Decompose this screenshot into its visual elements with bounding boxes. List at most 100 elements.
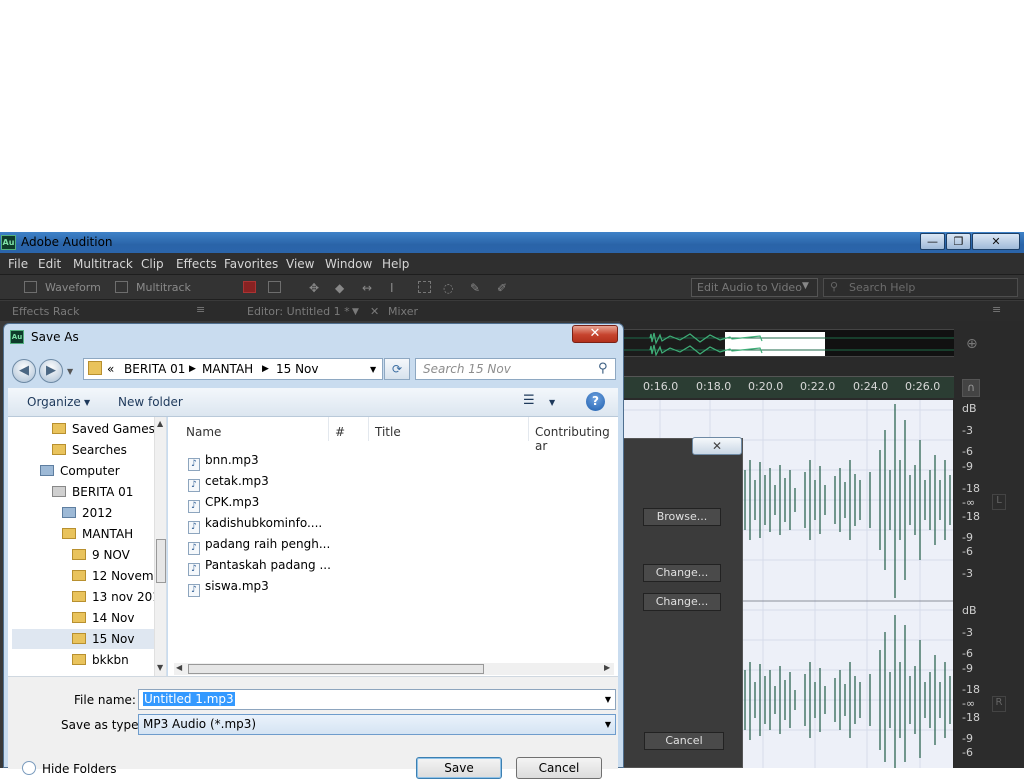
file-item[interactable]: ♪ bnn.mp3 bbox=[188, 450, 259, 471]
panel-menu-icon[interactable]: ≡ bbox=[196, 303, 205, 316]
panel-menu-icon[interactable]: ≡ bbox=[992, 303, 1001, 316]
chevron-down-icon[interactable]: ▼ bbox=[802, 281, 809, 291]
tree-item[interactable]: bkkbn bbox=[72, 650, 129, 670]
spectral-red-icon[interactable] bbox=[243, 281, 256, 293]
menu-edit[interactable]: Edit bbox=[38, 257, 61, 271]
refresh-icon[interactable]: ⟳ bbox=[384, 358, 410, 380]
menu-window[interactable]: Window bbox=[325, 257, 372, 271]
menu-file[interactable]: File bbox=[8, 257, 28, 271]
editor-tab[interactable]: Editor: Untitled 1 * bbox=[247, 305, 350, 318]
breadcrumb-item[interactable]: MANTAH bbox=[202, 362, 253, 376]
column-divider[interactable] bbox=[368, 417, 369, 441]
tree-item[interactable]: MANTAH bbox=[62, 524, 133, 544]
column-divider[interactable] bbox=[528, 417, 529, 441]
column-title[interactable]: Title bbox=[375, 425, 401, 439]
zoom-icon[interactable]: ⊕ bbox=[966, 336, 978, 352]
channel-l-label[interactable]: L bbox=[992, 494, 1006, 510]
menu-favorites[interactable]: Favorites bbox=[224, 257, 278, 271]
menu-multitrack[interactable]: Multitrack bbox=[73, 257, 133, 271]
file-name-input[interactable]: Untitled 1.mp3 ▼ bbox=[138, 689, 616, 710]
headphone-icon[interactable]: ∩ bbox=[962, 379, 980, 397]
change-button[interactable]: Change... bbox=[643, 593, 721, 611]
move-tool-icon[interactable]: ✥ bbox=[309, 281, 322, 295]
tree-item[interactable]: 13 nov 2013 bbox=[72, 587, 166, 607]
tree-item[interactable]: Computer bbox=[40, 461, 120, 481]
tree-item-selected[interactable]: 15 Nov bbox=[12, 629, 154, 649]
browse-button[interactable]: Browse... bbox=[643, 508, 721, 526]
breadcrumb-item[interactable]: 15 Nov bbox=[276, 362, 319, 376]
save-type-select[interactable]: MP3 Audio (*.mp3) ▼ bbox=[138, 714, 616, 735]
dialog-search-input[interactable]: Search 15 Nov bbox=[415, 358, 616, 380]
cancel-button[interactable]: Cancel bbox=[644, 732, 724, 750]
cancel-button[interactable]: Cancel bbox=[516, 757, 602, 779]
view-options-icon[interactable]: ☰ bbox=[523, 393, 535, 408]
breadcrumb-arrow-icon[interactable]: ▶ bbox=[189, 364, 196, 374]
column-name[interactable]: Name bbox=[186, 425, 221, 439]
file-item[interactable]: ♪ kadishubkominfo.... bbox=[188, 513, 322, 534]
organize-button[interactable]: Organize bbox=[27, 395, 81, 409]
file-item[interactable]: ♪ siswa.mp3 bbox=[188, 576, 269, 597]
dialog-close-button[interactable]: ✕ bbox=[572, 325, 618, 343]
menu-view[interactable]: View bbox=[286, 257, 314, 271]
menu-help[interactable]: Help bbox=[382, 257, 409, 271]
tree-item[interactable]: 12 Novemb bbox=[72, 566, 161, 586]
scroll-down-icon[interactable]: ▼ bbox=[157, 663, 163, 672]
forward-icon[interactable]: ▶ bbox=[39, 359, 63, 383]
breadcrumb-arrow-icon[interactable]: ▶ bbox=[262, 364, 269, 374]
chevron-down-icon[interactable]: ▼ bbox=[352, 307, 359, 317]
slip-tool-icon[interactable]: ↔ bbox=[362, 281, 375, 295]
tree-item[interactable]: 14 Nov bbox=[72, 608, 135, 628]
minimize-button[interactable]: — bbox=[920, 233, 945, 250]
back-icon[interactable]: ◀ bbox=[12, 359, 36, 383]
tree-item[interactable]: Searches bbox=[52, 440, 127, 460]
mixer-tab[interactable]: Mixer bbox=[388, 305, 418, 318]
menu-effects[interactable]: Effects bbox=[176, 257, 217, 271]
chevron-down-icon[interactable]: ▼ bbox=[605, 715, 611, 734]
chevron-down-icon[interactable]: ▼ bbox=[605, 690, 611, 709]
breadcrumb-overflow[interactable]: « bbox=[107, 362, 114, 376]
hide-folders-toggle[interactable]: Hide Folders bbox=[42, 762, 117, 776]
spectral-view-icon[interactable] bbox=[268, 281, 281, 293]
waveform-overview[interactable] bbox=[620, 329, 954, 357]
channel-r-label[interactable]: R bbox=[992, 696, 1006, 712]
multitrack-button[interactable]: Multitrack bbox=[136, 278, 191, 297]
razor-tool-icon[interactable]: ◆ bbox=[335, 281, 348, 295]
column-divider[interactable] bbox=[328, 417, 329, 441]
scroll-right-icon[interactable]: ▶ bbox=[604, 663, 610, 672]
close-button[interactable]: ✕ bbox=[972, 233, 1020, 250]
file-list-hscrollbar[interactable]: ◀ ▶ bbox=[174, 663, 614, 675]
healing-brush-icon[interactable]: ✐ bbox=[497, 281, 510, 295]
column-contributing-artists[interactable]: Contributing ar bbox=[535, 425, 618, 453]
hide-folders-icon[interactable] bbox=[22, 761, 36, 775]
address-bar[interactable]: « BERITA 01 ▶ MANTAH ▶ 15 Nov ▼ bbox=[83, 358, 383, 380]
scroll-up-icon[interactable]: ▲ bbox=[157, 419, 163, 428]
file-item[interactable]: ♪ padang raih pengh... bbox=[188, 534, 330, 555]
tree-item[interactable]: Saved Games bbox=[52, 419, 155, 439]
chevron-down-icon[interactable]: ▼ bbox=[370, 365, 376, 374]
time-select-icon[interactable]: I bbox=[390, 281, 403, 295]
workspace-select[interactable]: Edit Audio to Video bbox=[691, 278, 818, 297]
scroll-thumb[interactable] bbox=[188, 664, 484, 674]
lasso-icon[interactable]: ◌ bbox=[443, 281, 456, 295]
change-button[interactable]: Change... bbox=[643, 564, 721, 582]
scroll-thumb[interactable] bbox=[156, 539, 166, 583]
waveform-button[interactable]: Waveform bbox=[45, 278, 101, 297]
scroll-left-icon[interactable]: ◀ bbox=[176, 663, 182, 672]
tree-item[interactable]: 9 NOV bbox=[72, 545, 130, 565]
tree-item[interactable]: BERITA 01 bbox=[52, 482, 133, 502]
file-item[interactable]: ♪ CPK.mp3 bbox=[188, 492, 259, 513]
help-icon[interactable]: ? bbox=[586, 392, 605, 411]
effects-rack-tab[interactable]: Effects Rack bbox=[12, 305, 79, 318]
search-help-input[interactable]: Search Help bbox=[823, 278, 1018, 297]
marquee-icon[interactable] bbox=[418, 281, 431, 293]
file-item[interactable]: ♪ cetak.mp3 bbox=[188, 471, 269, 492]
chevron-down-icon[interactable]: ▼ bbox=[549, 398, 555, 407]
close-icon[interactable]: ✕ bbox=[692, 437, 742, 455]
column-number[interactable]: # bbox=[335, 425, 345, 439]
timeline-ruler[interactable]: 0:16.0 0:18.0 0:20.0 0:22.0 0:24.0 0:26.… bbox=[620, 376, 954, 398]
file-item[interactable]: ♪ Pantaskah padang ... bbox=[188, 555, 331, 576]
chevron-down-icon[interactable]: ▼ bbox=[84, 398, 90, 407]
menu-clip[interactable]: Clip bbox=[141, 257, 164, 271]
close-tab-icon[interactable]: ✕ bbox=[370, 305, 379, 318]
maximize-button[interactable]: ❐ bbox=[946, 233, 971, 250]
